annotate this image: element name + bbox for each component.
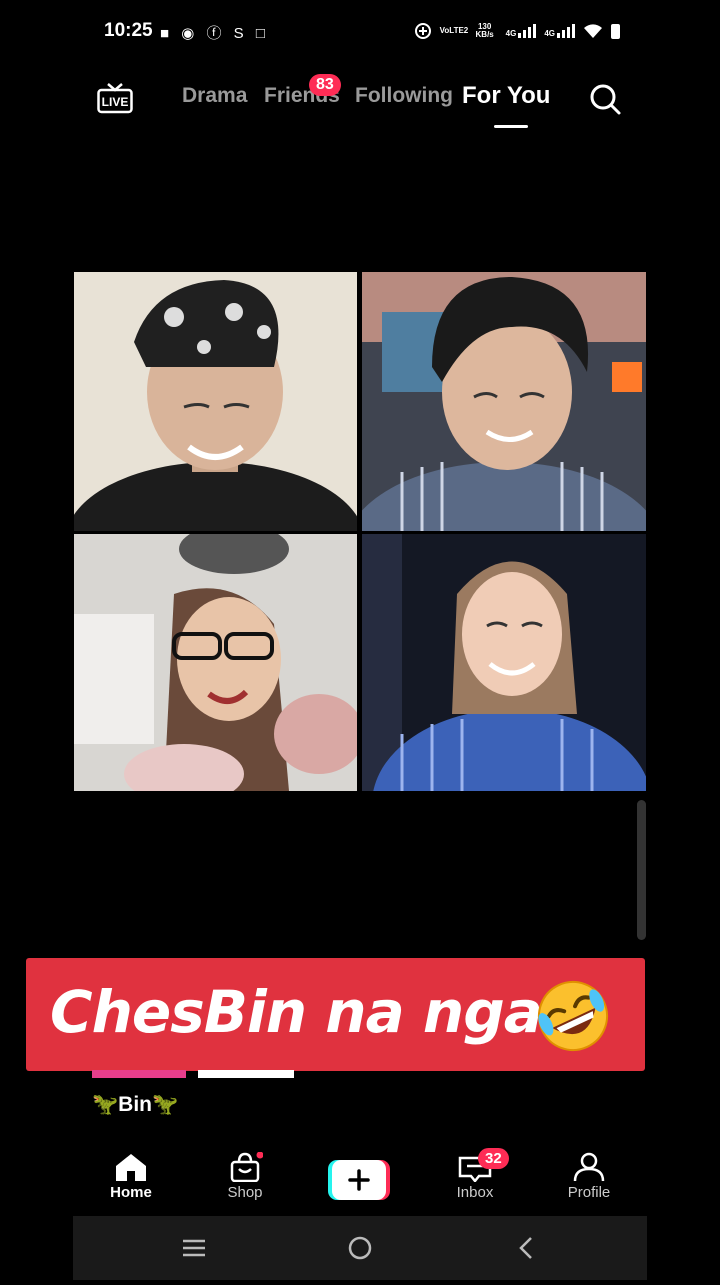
home-circle-icon[interactable] — [348, 1236, 372, 1260]
scrollbar[interactable] — [637, 800, 646, 940]
live-tv-icon: LIVE — [97, 83, 133, 114]
status-right-icons: VoLTE2 130 KB/s 4G 4G — [414, 22, 620, 40]
rofl-emoji-icon — [535, 978, 611, 1054]
video-participant-1[interactable] — [74, 272, 357, 531]
plus-icon — [328, 1160, 390, 1200]
caption-text: ChesBin na nga — [50, 978, 543, 1046]
active-tab-indicator — [494, 125, 528, 128]
video-participant-4[interactable] — [362, 534, 646, 791]
search-icon — [590, 84, 621, 115]
video-participant-2[interactable] — [362, 272, 646, 531]
home-icon — [116, 1154, 146, 1181]
notification-icons: ■ ◉ ⓕ S □ — [160, 25, 269, 42]
status-time: 10:25 — [104, 20, 153, 41]
svg-text:LIVE: LIVE — [102, 95, 129, 109]
profile-person-icon — [573, 1152, 605, 1182]
video-participant-3[interactable] — [74, 534, 357, 791]
recent-apps-icon[interactable] — [183, 1239, 205, 1257]
nav-inbox-label: Inbox — [456, 1184, 494, 1201]
username[interactable]: 🦖Bin🦖 — [92, 1093, 178, 1117]
signal-2-icon: 4G — [544, 24, 575, 38]
system-navigation-bar — [73, 1216, 647, 1280]
nav-profile[interactable]: Profile — [544, 1152, 634, 1201]
white-tag — [198, 1070, 294, 1078]
back-icon[interactable] — [519, 1237, 532, 1259]
inbox-badge: 32 — [478, 1148, 509, 1169]
nav-shop[interactable]: Shop — [200, 1152, 290, 1201]
shopping-bag-icon — [230, 1152, 263, 1182]
create-button[interactable] — [328, 1160, 390, 1200]
live-button[interactable]: LIVE — [97, 82, 133, 114]
nav-profile-label: Profile — [567, 1184, 611, 1201]
nav-shop-label: Shop — [227, 1184, 263, 1201]
network-speed: 130 KB/s — [475, 22, 494, 39]
signal-1-icon: 4G — [506, 24, 537, 38]
friends-badge: 83 — [309, 74, 341, 96]
nav-home-label: Home — [110, 1184, 152, 1201]
tab-following[interactable]: Following — [355, 84, 453, 108]
tab-for-you[interactable]: For You — [462, 82, 550, 110]
wifi-icon — [584, 24, 602, 38]
search-button[interactable] — [588, 82, 622, 116]
tab-drama[interactable]: Drama — [182, 84, 247, 108]
data-saver-icon — [414, 23, 431, 39]
nav-home[interactable]: Home — [86, 1152, 176, 1201]
pink-tag — [92, 1070, 186, 1078]
battery-icon — [611, 23, 620, 39]
volte-label: VoLTE2 — [439, 26, 469, 35]
